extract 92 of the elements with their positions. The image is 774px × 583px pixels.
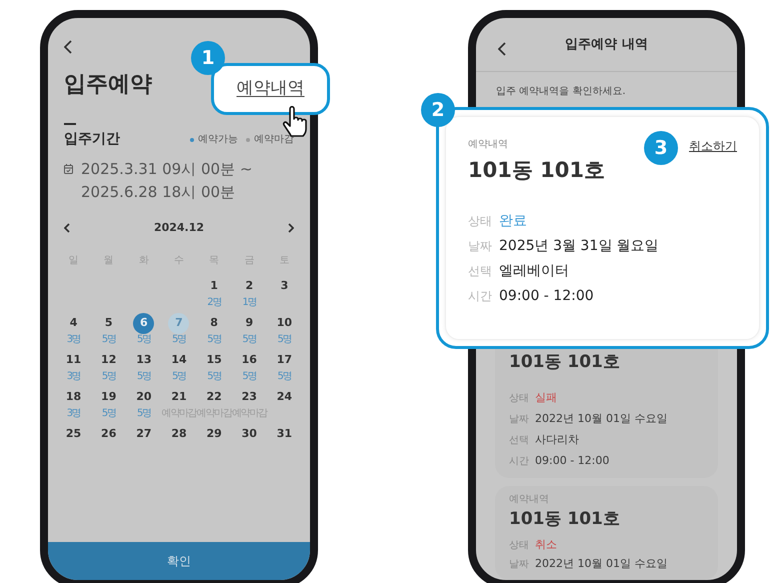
instruction-text: 입주 예약내역을 확인하세요. (496, 85, 627, 99)
calendar-day[interactable]: 6 (133, 312, 154, 334)
day-note: 5명 (242, 334, 256, 344)
calendar-day[interactable]: 9 (238, 312, 260, 334)
legend-label: 예약마감 (254, 133, 294, 147)
calendar-day[interactable]: 23 (238, 386, 260, 408)
field-label: 선택 (468, 263, 492, 280)
calendar-day[interactable]: 4 (63, 312, 84, 334)
date-range-text: 2025.3.31 09시 00분 ~ (81, 159, 252, 180)
calendar-day[interactable]: 16 (238, 350, 260, 370)
day-note: 5명 (278, 370, 292, 382)
calendar-day[interactable]: 15 (204, 350, 225, 370)
calendar-day[interactable]: 2 (238, 276, 260, 296)
field-label: 시간 (468, 288, 492, 305)
field-value: 취소 (535, 537, 557, 554)
section-title: 입주기간 (64, 130, 120, 149)
calendar-day[interactable]: 12 (98, 350, 120, 370)
day-note: 5명 (242, 370, 256, 382)
field-label: 상태 (509, 539, 529, 553)
calendar-day[interactable]: 20 (133, 386, 154, 408)
day-note: 5명 (172, 334, 186, 344)
page-title: 입주예약 내역 (565, 36, 648, 54)
field-label: 날짜 (509, 558, 529, 572)
date-range-text: 2025.6.28 18시 00분 (81, 182, 236, 203)
field-value: 완료 (499, 212, 527, 230)
unit-title: 101동 101호 (468, 157, 606, 184)
field-value: 사다리차 (535, 432, 579, 448)
field-value: 09:00 - 12:00 (535, 452, 610, 469)
day-note: 5명 (102, 370, 116, 382)
calendar-day[interactable]: 17 (274, 350, 295, 370)
unit-title: 101동 101호 (509, 508, 621, 530)
calendar-day[interactable]: 1 (204, 276, 225, 296)
field-label: 선택 (509, 434, 529, 448)
calendar-day[interactable]: 24 (274, 386, 295, 408)
calendar-day[interactable]: 25 (63, 424, 84, 444)
calendar-day[interactable]: 11 (63, 350, 84, 370)
field-value: 실패 (535, 390, 557, 406)
field-label: 시간 (509, 454, 529, 468)
reservation-history-link[interactable]: 예약내역 (236, 76, 304, 102)
day-note: 5명 (207, 334, 222, 344)
calendar-day[interactable]: 19 (98, 386, 120, 408)
unit-title: 101동 101호 (509, 351, 621, 374)
field-value: 엘레베이터 (499, 262, 569, 280)
page-title: 입주예약 (64, 71, 152, 99)
day-note: 1명 (242, 296, 256, 308)
calendar-day[interactable]: 30 (238, 424, 260, 444)
cancel-link[interactable]: 취소하기 (689, 137, 737, 155)
day-note: 5명 (278, 334, 292, 344)
day-note: 5명 (172, 370, 186, 382)
month-label: 2024.12 (154, 220, 204, 236)
next-month-icon[interactable] (288, 223, 294, 234)
calendar-day[interactable]: 5 (98, 312, 120, 334)
calendar-day[interactable]: 3 (274, 276, 295, 296)
calendar-day[interactable]: 28 (168, 424, 190, 444)
field-value: 2025년 3월 31일 월요일 (499, 236, 659, 256)
day-note: 5명 (207, 370, 222, 382)
day-note: 3명 (66, 370, 80, 382)
previous-month-icon[interactable] (64, 223, 70, 234)
legend-label: 예약가능 (198, 133, 238, 147)
calendar-day[interactable]: 27 (133, 424, 154, 444)
calendar-day[interactable]: 10 (274, 312, 295, 334)
calendar-day[interactable]: 31 (274, 424, 295, 444)
day-note: 5명 (102, 334, 116, 344)
card-label: 예약내역 (509, 492, 550, 506)
calendar-day[interactable]: 29 (204, 424, 225, 444)
field-value: 2022년 10월 01일 수요일 (535, 410, 668, 427)
field-label: 상태 (509, 392, 529, 406)
confirm-button[interactable]: 확인 (48, 542, 310, 580)
field-value: 09:00 - 12:00 (499, 286, 594, 306)
calendar-day[interactable]: 8 (204, 312, 225, 334)
day-note: 5명 (136, 370, 151, 382)
calendar-day[interactable]: 13 (133, 350, 154, 370)
field-value: 2022년 10월 01일 수요일 (535, 556, 668, 572)
day-note: 3명 (66, 408, 80, 418)
calendar-day[interactable]: 22 (204, 386, 225, 408)
day-note: 5명 (102, 408, 116, 418)
back-icon[interactable] (498, 42, 507, 56)
day-note: 5명 (136, 334, 151, 344)
field-label: 날짜 (509, 412, 529, 426)
day-note: 2명 (207, 296, 222, 308)
field-label: 상태 (468, 213, 492, 230)
back-icon[interactable] (64, 40, 73, 54)
step-badge: 2 (421, 93, 455, 127)
day-note: 5명 (136, 408, 151, 418)
day-note: 3명 (66, 334, 80, 344)
calendar-day[interactable]: 18 (63, 386, 84, 408)
field-label: 날짜 (468, 238, 492, 255)
calendar-day[interactable]: 14 (168, 350, 190, 370)
calendar-day[interactable]: 26 (98, 424, 120, 444)
card-label: 예약내역 (468, 138, 508, 152)
calendar-icon (64, 164, 73, 174)
calendar-day[interactable]: 21 (168, 386, 190, 408)
